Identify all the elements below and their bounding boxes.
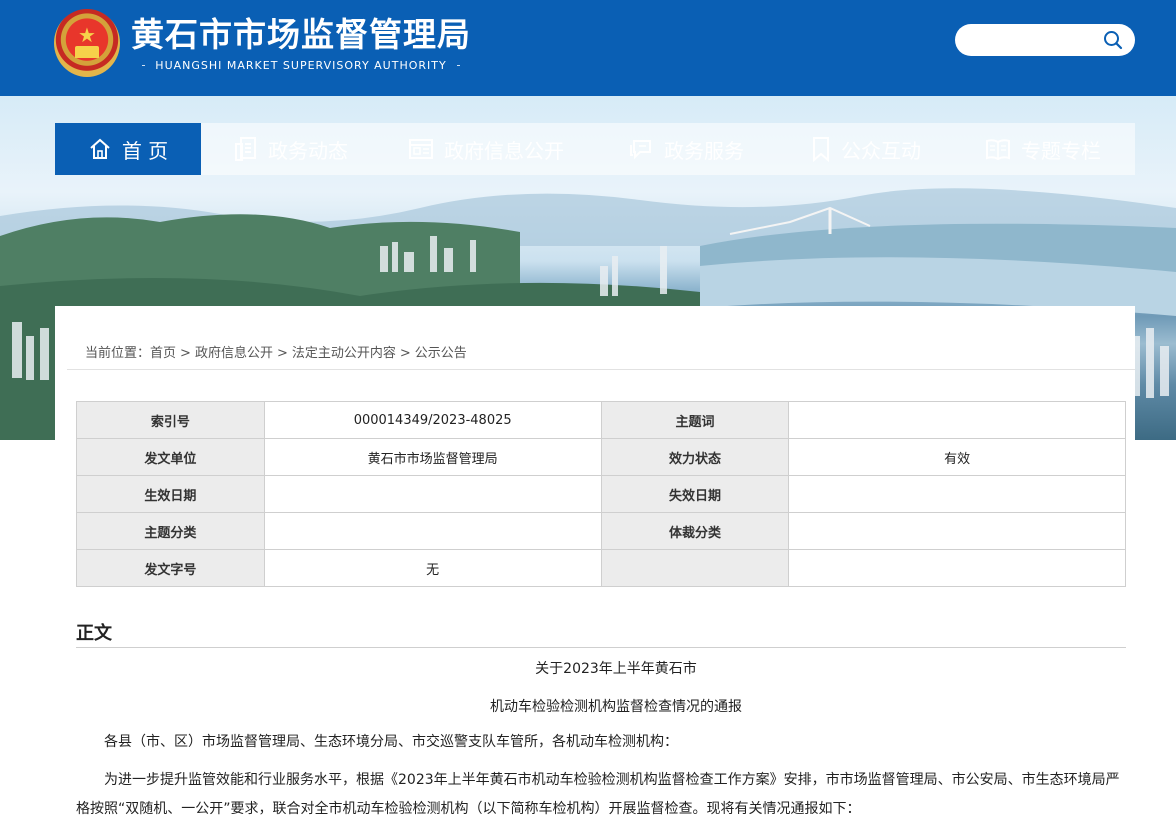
nav-item-home[interactable]: 首 页 (55, 123, 201, 175)
meta-label: 主题分类 (76, 512, 265, 550)
search-input[interactable] (969, 30, 1099, 50)
nav-label: 公众互动 (841, 138, 921, 163)
info-open-icon (409, 139, 433, 159)
meta-value (788, 475, 1126, 513)
meta-value (788, 549, 1126, 587)
book-icon (986, 139, 1010, 161)
nav-label: 专题专栏 (1021, 138, 1101, 163)
home-icon (90, 138, 110, 159)
nav-item-news[interactable]: 政务动态 (201, 123, 381, 175)
meta-label: 生效日期 (76, 475, 265, 513)
meta-value (263, 475, 602, 513)
meta-label: 体裁分类 (600, 512, 790, 550)
nav-item-service[interactable]: 政务服务 (591, 123, 781, 175)
site-subtitle: HUANGSHI MARKET SUPERVISORY AUTHORITY (132, 59, 470, 72)
breadcrumb: 当前位置：首页 > 政府信息公开 > 法定主动公开内容 > 公示公告 (85, 346, 467, 361)
breadcrumb-home-link[interactable]: 首页 (150, 346, 176, 361)
main-nav: 首 页 政务动态 政府信息公开 政务服务 公众互动 专题专栏 (55, 123, 1135, 175)
news-icon (235, 137, 256, 161)
breadcrumb-notice-link[interactable]: 公示公告 (415, 346, 467, 361)
document-title-line-1: 关于2023年上半年黄石市 (535, 661, 697, 677)
meta-value (788, 512, 1126, 550)
breadcrumb-statutory-link[interactable]: 法定主动公开内容 (292, 346, 396, 361)
meta-label: 发文单位 (76, 438, 265, 476)
table-row: 主题分类 体裁分类 (76, 512, 1126, 550)
article-container: 当前位置：首页 > 政府信息公开 > 法定主动公开内容 > 公示公告 索引号 0000143… (55, 306, 1135, 829)
national-emblem-icon: ★ (54, 9, 120, 77)
breadcrumb-gov-info-link[interactable]: 政府信息公开 (195, 346, 273, 361)
meta-label: 索引号 (76, 401, 265, 439)
meta-label: 主题词 (600, 401, 790, 439)
body-divider (76, 647, 1126, 648)
meta-label (600, 549, 790, 587)
service-icon (630, 140, 651, 160)
document-meta-table: 索引号 000014349/2023-48025 主题词 发文单位 黄石市市场监… (76, 401, 1126, 587)
paragraph-intro: 为进一步提升监管效能和行业服务水平，根据《2023年上半年黄石市机动车检验检测机… (76, 772, 1120, 817)
search-box (955, 24, 1135, 56)
meta-value: 000014349/2023-48025 (263, 401, 602, 439)
nav-label: 政务动态 (268, 138, 348, 163)
site-header: ★ 黄石市市场监督管理局 HUANGSHI MARKET SUPERVISORY… (0, 0, 1176, 96)
body-heading: 正文 (76, 623, 112, 644)
nav-label: 政府信息公开 (444, 138, 564, 163)
nav-item-interaction[interactable]: 公众互动 (781, 123, 951, 175)
meta-label: 失效日期 (600, 475, 790, 513)
meta-value: 无 (263, 549, 602, 587)
bookmark-icon (813, 137, 829, 162)
meta-value: 有效 (788, 438, 1126, 476)
meta-value (263, 512, 602, 550)
meta-label: 发文字号 (76, 549, 265, 587)
table-row: 生效日期 失效日期 (76, 475, 1126, 513)
search-icon[interactable] (1103, 30, 1123, 50)
site-title: 黄石市市场监督管理局 (131, 15, 471, 54)
nav-label: 首 页 (121, 138, 169, 163)
meta-value (788, 401, 1126, 439)
breadcrumb-divider (67, 369, 1135, 370)
nav-label: 政务服务 (664, 138, 744, 163)
document-title-line-2: 机动车检验检测机构监督检查情况的通报 (490, 699, 742, 715)
table-row: 发文单位 黄石市市场监督管理局 效力状态 有效 (76, 438, 1126, 476)
nav-item-special[interactable]: 专题专栏 (951, 123, 1135, 175)
meta-label: 效力状态 (600, 438, 790, 476)
paragraph-addressees: 各县（市、区）市场监督管理局、生态环境分局、市交巡警支队车管所，各机动车检测机构… (104, 734, 678, 750)
meta-value: 黄石市市场监督管理局 (263, 438, 602, 476)
table-row: 索引号 000014349/2023-48025 主题词 (76, 401, 1126, 439)
table-row: 发文字号 无 (76, 549, 1126, 587)
nav-item-gov-info[interactable]: 政府信息公开 (381, 123, 591, 175)
